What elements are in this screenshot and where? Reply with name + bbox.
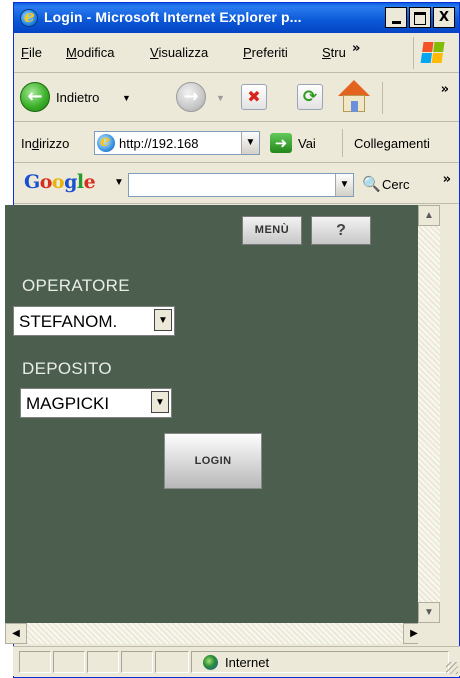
google-search-dropdown-icon[interactable]: ▼ xyxy=(335,174,353,196)
operator-selected-value[interactable]: STEFANOM. xyxy=(19,312,151,332)
minimize-button[interactable] xyxy=(385,7,407,28)
google-overflow-chevron-icon[interactable]: » xyxy=(443,172,451,187)
forward-arrow-icon[interactable]: → xyxy=(176,82,206,112)
google-toolbar: Google ▼ ▼ 🔍 Cerc » xyxy=(14,164,459,204)
google-search-button-label[interactable]: Cerc xyxy=(382,177,409,192)
scroll-left-icon[interactable]: ◀ xyxy=(5,623,27,644)
stop-icon[interactable]: ✖ xyxy=(241,84,267,110)
toolbar-separator xyxy=(382,82,383,114)
operator-dropdown-icon[interactable]: ▼ xyxy=(154,309,172,331)
windows-flag-icon xyxy=(420,42,445,64)
scroll-down-icon[interactable]: ▼ xyxy=(418,602,440,623)
address-bar: Indirizzo http://192.168 ▼ ➜ Vai Collega… xyxy=(14,123,459,163)
refresh-icon[interactable]: ⟳ xyxy=(297,84,323,110)
warehouse-label: DEPOSITO xyxy=(22,359,112,378)
home-icon[interactable] xyxy=(336,80,372,114)
status-bar: Internet xyxy=(13,646,460,676)
back-arrow-icon[interactable]: ← xyxy=(20,82,50,112)
menu-bar: File Modifica Visualizza Preferiti Stru … xyxy=(14,33,459,73)
status-cell xyxy=(19,651,51,673)
scrollbar-corner xyxy=(418,623,440,644)
operator-label: OPERATORE xyxy=(22,276,130,295)
internet-explorer-icon xyxy=(20,7,38,27)
status-cell xyxy=(53,651,85,673)
vertical-scrollbar[interactable]: ▲ ▼ xyxy=(418,205,440,623)
address-input[interactable]: http://192.168 ▼ xyxy=(94,131,260,155)
close-button[interactable]: X xyxy=(433,7,455,28)
page-icon xyxy=(97,131,115,152)
status-cell xyxy=(87,651,119,673)
windows-logo xyxy=(413,37,453,69)
warehouse-selected-value[interactable]: MAGPICKI xyxy=(26,394,148,414)
menu-modifica[interactable]: Modifica xyxy=(66,45,114,60)
menu-overflow-chevron-icon[interactable]: » xyxy=(352,41,360,56)
warehouse-select[interactable]: MAGPICKI ▼ xyxy=(20,388,172,418)
menu-strumenti[interactable]: Stru xyxy=(322,45,346,60)
back-history-dropdown-icon[interactable]: ▼ xyxy=(122,93,131,103)
menu-file[interactable]: File xyxy=(21,45,42,60)
google-logo[interactable]: Google xyxy=(24,171,96,193)
internet-zone-globe-icon xyxy=(203,655,218,670)
links-button[interactable]: Collegamenti xyxy=(354,136,430,151)
resize-grip-icon[interactable] xyxy=(446,662,458,674)
address-dropdown-icon[interactable]: ▼ xyxy=(241,132,259,154)
warehouse-dropdown-icon[interactable]: ▼ xyxy=(151,391,169,413)
title-bar[interactable]: Login - Microsoft Internet Explorer p...… xyxy=(14,3,459,33)
security-zone-label: Internet xyxy=(225,655,270,670)
toolbar-overflow-chevron-icon[interactable]: » xyxy=(441,82,449,97)
address-url[interactable]: http://192.168 xyxy=(119,136,237,151)
binoculars-icon[interactable]: 🔍 xyxy=(362,175,381,193)
go-button-label[interactable]: Vai xyxy=(298,136,316,151)
address-separator xyxy=(342,129,343,157)
login-button[interactable]: LOGIN xyxy=(164,433,262,489)
help-button[interactable]: ? xyxy=(311,216,371,245)
google-menu-dropdown-icon[interactable]: ▼ xyxy=(114,177,124,188)
scroll-up-icon[interactable]: ▲ xyxy=(418,205,440,226)
address-label: Indirizzo xyxy=(21,136,70,151)
maximize-button[interactable] xyxy=(409,7,431,28)
google-search-input[interactable]: ▼ xyxy=(128,173,354,197)
forward-history-dropdown-icon[interactable]: ▼ xyxy=(216,93,225,103)
status-cell xyxy=(155,651,189,673)
horizontal-scrollbar[interactable]: ◀ ▶ xyxy=(5,623,425,644)
back-button-label[interactable]: Indietro xyxy=(56,90,99,105)
menu-visualizza[interactable]: Visualizza xyxy=(150,45,208,60)
menu-button[interactable]: MENÙ xyxy=(242,216,302,245)
operator-select[interactable]: STEFANOM. ▼ xyxy=(13,306,175,336)
standard-toolbar: ← Indietro ▼ → ▼ ✖ ⟳ » xyxy=(14,74,459,122)
go-arrow-icon[interactable]: ➜ xyxy=(270,133,292,153)
menu-preferiti[interactable]: Preferiti xyxy=(243,45,288,60)
window-title: Login - Microsoft Internet Explorer p... xyxy=(44,9,302,25)
page-content: MENÙ ? OPERATORE STEFANOM. ▼ DEPOSITO MA… xyxy=(5,205,418,623)
status-cell xyxy=(121,651,153,673)
